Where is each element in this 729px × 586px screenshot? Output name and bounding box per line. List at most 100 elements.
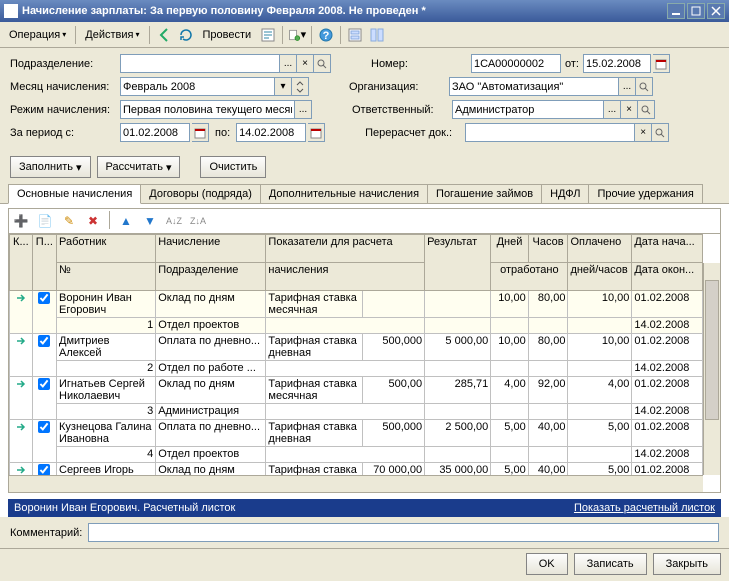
period-from-input[interactable]: [120, 123, 190, 142]
vertical-scrollbar[interactable]: [703, 263, 720, 475]
data-grid[interactable]: К... П... Работник Начисление Показатели…: [8, 233, 721, 493]
tab-other-deductions[interactable]: Прочие удержания: [588, 184, 702, 203]
tb-icon-1[interactable]: [258, 25, 278, 45]
col-accrual[interactable]: Начисление: [156, 235, 266, 263]
department-clear-btn[interactable]: ×: [297, 54, 314, 73]
date-input[interactable]: [583, 54, 651, 73]
close-form-button[interactable]: Закрыть: [653, 553, 721, 575]
col-paid[interactable]: Оплачено: [568, 235, 632, 263]
table-row[interactable]: 1Отдел проектов14.02.2008: [10, 318, 703, 334]
grid-add-icon[interactable]: ➕: [11, 211, 31, 231]
grid-delete-icon[interactable]: ✖: [83, 211, 103, 231]
date-picker-btn[interactable]: [653, 54, 670, 73]
tab-loans[interactable]: Погашение займов: [427, 184, 542, 203]
button-bar: OK Записать Закрыть: [0, 548, 729, 581]
department-open-btn[interactable]: [314, 54, 331, 73]
col-no[interactable]: №: [57, 263, 156, 291]
write-button[interactable]: Записать: [574, 553, 647, 575]
grid-edit-icon[interactable]: ✎: [59, 211, 79, 231]
resp-open-btn[interactable]: [638, 100, 655, 119]
period-from-cal[interactable]: [192, 123, 209, 142]
col-indicators[interactable]: Показатели для расчета: [266, 235, 425, 263]
label-period: За период с:: [10, 127, 120, 139]
col-days[interactable]: Дней: [491, 235, 528, 263]
recalc-clear-btn[interactable]: ×: [635, 123, 652, 142]
resp-clear-btn[interactable]: ×: [621, 100, 638, 119]
month-spin-btn[interactable]: [292, 77, 309, 96]
horizontal-scrollbar[interactable]: [9, 475, 703, 492]
row-arrow-icon: [15, 424, 27, 436]
post-button[interactable]: Провести: [198, 26, 257, 44]
comment-input[interactable]: [88, 523, 719, 542]
col-paid2[interactable]: дней/часов: [568, 263, 632, 291]
col-result[interactable]: Результат: [425, 235, 491, 291]
grid-sort-asc-icon[interactable]: A↓Z: [164, 211, 184, 231]
label-responsible: Ответственный:: [352, 104, 452, 116]
minimize-button[interactable]: [667, 3, 685, 19]
tb-icon-3[interactable]: [345, 25, 365, 45]
show-payslip-link[interactable]: Показать расчетный листок: [574, 502, 715, 514]
back-icon[interactable]: [154, 25, 174, 45]
number-input[interactable]: [471, 54, 561, 73]
department-input[interactable]: [120, 54, 280, 73]
recalc-input[interactable]: [465, 123, 635, 142]
titlebar: Начисление зарплаты: За первую половину …: [0, 0, 729, 22]
menu-actions[interactable]: Действия▾: [80, 26, 144, 44]
close-button[interactable]: [707, 3, 725, 19]
tab-contracts[interactable]: Договоры (подряда): [140, 184, 261, 203]
table-row[interactable]: Игнатьев Сергей НиколаевичОклад по днямТ…: [10, 377, 703, 404]
mode-select-btn[interactable]: ...: [295, 100, 312, 119]
tab-main-accruals[interactable]: Основные начисления: [8, 184, 141, 204]
col-worked[interactable]: отработано: [491, 263, 568, 291]
fill-button[interactable]: Заполнить▾: [10, 156, 91, 178]
row-checkbox[interactable]: [38, 335, 50, 347]
tab-additional[interactable]: Дополнительные начисления: [260, 184, 428, 203]
grid-moveup-icon[interactable]: ▲: [116, 211, 136, 231]
grid-movedown-icon[interactable]: ▼: [140, 211, 160, 231]
col-date-to[interactable]: Дата окон...: [632, 263, 703, 291]
table-row[interactable]: Кузнецова Галина ИвановнаОплата по дневн…: [10, 420, 703, 447]
refresh-icon[interactable]: [176, 25, 196, 45]
maximize-button[interactable]: [687, 3, 705, 19]
ok-button[interactable]: OK: [526, 553, 568, 575]
table-row[interactable]: Дмитриев АлексейОплата по дневно...Тариф…: [10, 334, 703, 361]
comment-row: Комментарий:: [0, 517, 729, 548]
org-select-btn[interactable]: ...: [619, 77, 636, 96]
col-dept[interactable]: Подразделение: [156, 263, 266, 291]
col-mark[interactable]: К...: [10, 235, 33, 291]
table-row[interactable]: 2Отдел по работе ...14.02.2008: [10, 361, 703, 377]
resp-select-btn[interactable]: ...: [604, 100, 621, 119]
col-check[interactable]: П...: [32, 235, 56, 291]
label-department: Подразделение:: [10, 58, 120, 70]
org-open-btn[interactable]: [636, 77, 653, 96]
row-checkbox[interactable]: [38, 378, 50, 390]
col-date-from[interactable]: Дата нача...: [632, 235, 703, 263]
org-input[interactable]: [449, 77, 619, 96]
col-employee[interactable]: Работник: [57, 235, 156, 263]
help-icon[interactable]: ?: [316, 25, 336, 45]
responsible-input[interactable]: [452, 100, 604, 119]
period-to-cal[interactable]: [308, 123, 325, 142]
menu-operation[interactable]: Операция▾: [4, 26, 71, 44]
period-to-input[interactable]: [236, 123, 306, 142]
department-select-btn[interactable]: ...: [280, 54, 297, 73]
col-hours[interactable]: Часов: [528, 235, 568, 263]
label-number: Номер:: [371, 58, 471, 70]
grid-sort-desc-icon[interactable]: Z↓A: [188, 211, 208, 231]
table-row[interactable]: 4Отдел проектов14.02.2008: [10, 447, 703, 463]
col-indic2[interactable]: начисления: [266, 263, 425, 291]
grid-insert-icon[interactable]: 📄: [35, 211, 55, 231]
month-input[interactable]: [120, 77, 275, 96]
tab-ndfl[interactable]: НДФЛ: [541, 184, 589, 203]
tb-icon-4[interactable]: [367, 25, 387, 45]
recalc-open-btn[interactable]: [652, 123, 669, 142]
row-checkbox[interactable]: [38, 421, 50, 433]
month-down-btn[interactable]: ▾: [275, 77, 292, 96]
calculate-button[interactable]: Рассчитать▾: [97, 156, 181, 178]
clear-button[interactable]: Очистить: [200, 156, 266, 178]
table-row[interactable]: Воронин Иван ЕгоровичОклад по днямТарифн…: [10, 291, 703, 318]
tb-icon-2[interactable]: ▾: [287, 25, 307, 45]
table-row[interactable]: 3Администрация14.02.2008: [10, 404, 703, 420]
mode-input[interactable]: [120, 100, 295, 119]
row-checkbox[interactable]: [38, 292, 50, 304]
